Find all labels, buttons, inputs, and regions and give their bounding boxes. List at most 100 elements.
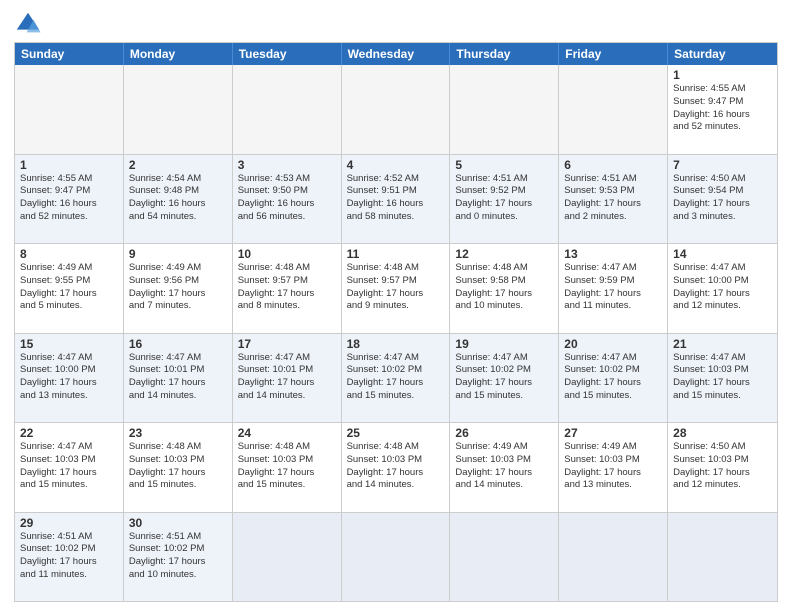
day-info: Sunrise: 4:52 AM Sunset: 9:51 PM Dayligh… xyxy=(347,173,445,224)
day-number: 10 xyxy=(238,247,336,261)
day-number: 17 xyxy=(238,337,336,351)
day-info: Sunrise: 4:48 AM Sunset: 10:03 PM Daylig… xyxy=(238,441,336,492)
cal-cell-day-26: 26Sunrise: 4:49 AM Sunset: 10:03 PM Dayl… xyxy=(450,423,559,512)
day-number: 25 xyxy=(347,426,445,440)
day-info: Sunrise: 4:53 AM Sunset: 9:50 PM Dayligh… xyxy=(238,173,336,224)
day-number: 2 xyxy=(129,158,227,172)
day-number: 26 xyxy=(455,426,553,440)
day-number: 16 xyxy=(129,337,227,351)
logo xyxy=(14,10,46,38)
cal-cell-day-21: 21Sunrise: 4:47 AM Sunset: 10:03 PM Dayl… xyxy=(668,334,777,423)
day-number: 3 xyxy=(238,158,336,172)
day-info: Sunrise: 4:47 AM Sunset: 10:00 PM Daylig… xyxy=(673,262,772,313)
day-info: Sunrise: 4:47 AM Sunset: 10:02 PM Daylig… xyxy=(564,352,662,403)
cal-cell-day-27: 27Sunrise: 4:49 AM Sunset: 10:03 PM Dayl… xyxy=(559,423,668,512)
day-number: 22 xyxy=(20,426,118,440)
day-number: 4 xyxy=(347,158,445,172)
cal-cell-day-20: 20Sunrise: 4:47 AM Sunset: 10:02 PM Dayl… xyxy=(559,334,668,423)
day-number: 29 xyxy=(20,516,118,530)
day-info: Sunrise: 4:50 AM Sunset: 10:03 PM Daylig… xyxy=(673,441,772,492)
page: SundayMondayTuesdayWednesdayThursdayFrid… xyxy=(0,0,792,612)
cal-week-0: 1Sunrise: 4:55 AM Sunset: 9:47 PM Daylig… xyxy=(15,65,777,154)
cal-cell-day-15: 15Sunrise: 4:47 AM Sunset: 10:00 PM Dayl… xyxy=(15,334,124,423)
day-info: Sunrise: 4:48 AM Sunset: 9:57 PM Dayligh… xyxy=(347,262,445,313)
cal-header-sunday: Sunday xyxy=(15,43,124,65)
cal-cell-empty xyxy=(450,65,559,154)
cal-cell-day-18: 18Sunrise: 4:47 AM Sunset: 10:02 PM Dayl… xyxy=(342,334,451,423)
cal-week-2: 8Sunrise: 4:49 AM Sunset: 9:55 PM Daylig… xyxy=(15,243,777,333)
day-number: 9 xyxy=(129,247,227,261)
day-number: 20 xyxy=(564,337,662,351)
header xyxy=(14,10,778,38)
day-number: 6 xyxy=(564,158,662,172)
cal-cell-day-19: 19Sunrise: 4:47 AM Sunset: 10:02 PM Dayl… xyxy=(450,334,559,423)
cal-week-5: 29Sunrise: 4:51 AM Sunset: 10:02 PM Dayl… xyxy=(15,512,777,602)
day-number: 14 xyxy=(673,247,772,261)
cal-cell-day-28: 28Sunrise: 4:50 AM Sunset: 10:03 PM Dayl… xyxy=(668,423,777,512)
day-number: 8 xyxy=(20,247,118,261)
day-info: Sunrise: 4:47 AM Sunset: 10:03 PM Daylig… xyxy=(20,441,118,492)
cal-cell-day-11: 11Sunrise: 4:48 AM Sunset: 9:57 PM Dayli… xyxy=(342,244,451,333)
day-info: Sunrise: 4:47 AM Sunset: 10:01 PM Daylig… xyxy=(238,352,336,403)
cal-header-wednesday: Wednesday xyxy=(342,43,451,65)
day-number: 18 xyxy=(347,337,445,351)
day-number: 11 xyxy=(347,247,445,261)
cal-cell-day-9: 9Sunrise: 4:49 AM Sunset: 9:56 PM Daylig… xyxy=(124,244,233,333)
cal-week-1: 1Sunrise: 4:55 AM Sunset: 9:47 PM Daylig… xyxy=(15,154,777,244)
cal-header-thursday: Thursday xyxy=(450,43,559,65)
day-info: Sunrise: 4:48 AM Sunset: 10:03 PM Daylig… xyxy=(347,441,445,492)
cal-cell-day-1: 1Sunrise: 4:55 AM Sunset: 9:47 PM Daylig… xyxy=(668,65,777,154)
cal-week-3: 15Sunrise: 4:47 AM Sunset: 10:00 PM Dayl… xyxy=(15,333,777,423)
cal-cell-day-30: 30Sunrise: 4:51 AM Sunset: 10:02 PM Dayl… xyxy=(124,513,233,602)
cal-cell-day-13: 13Sunrise: 4:47 AM Sunset: 9:59 PM Dayli… xyxy=(559,244,668,333)
cal-cell-empty xyxy=(124,65,233,154)
day-number: 23 xyxy=(129,426,227,440)
logo-icon xyxy=(14,10,42,38)
day-number: 30 xyxy=(129,516,227,530)
day-info: Sunrise: 4:47 AM Sunset: 10:02 PM Daylig… xyxy=(347,352,445,403)
cal-cell-day-25: 25Sunrise: 4:48 AM Sunset: 10:03 PM Dayl… xyxy=(342,423,451,512)
cal-cell-empty xyxy=(668,513,777,602)
cal-cell-empty xyxy=(15,65,124,154)
cal-cell-day-1: 1Sunrise: 4:55 AM Sunset: 9:47 PM Daylig… xyxy=(15,155,124,244)
day-info: Sunrise: 4:47 AM Sunset: 10:02 PM Daylig… xyxy=(455,352,553,403)
day-number: 27 xyxy=(564,426,662,440)
day-number: 19 xyxy=(455,337,553,351)
cal-header-monday: Monday xyxy=(124,43,233,65)
cal-cell-day-5: 5Sunrise: 4:51 AM Sunset: 9:52 PM Daylig… xyxy=(450,155,559,244)
day-info: Sunrise: 4:49 AM Sunset: 10:03 PM Daylig… xyxy=(455,441,553,492)
day-info: Sunrise: 4:55 AM Sunset: 9:47 PM Dayligh… xyxy=(673,83,772,134)
calendar-header: SundayMondayTuesdayWednesdayThursdayFrid… xyxy=(15,43,777,65)
day-info: Sunrise: 4:47 AM Sunset: 10:00 PM Daylig… xyxy=(20,352,118,403)
cal-cell-day-14: 14Sunrise: 4:47 AM Sunset: 10:00 PM Dayl… xyxy=(668,244,777,333)
cal-header-friday: Friday xyxy=(559,43,668,65)
cal-cell-day-23: 23Sunrise: 4:48 AM Sunset: 10:03 PM Dayl… xyxy=(124,423,233,512)
cal-cell-empty xyxy=(233,513,342,602)
day-info: Sunrise: 4:49 AM Sunset: 10:03 PM Daylig… xyxy=(564,441,662,492)
day-info: Sunrise: 4:49 AM Sunset: 9:56 PM Dayligh… xyxy=(129,262,227,313)
day-info: Sunrise: 4:51 AM Sunset: 9:52 PM Dayligh… xyxy=(455,173,553,224)
cal-cell-day-4: 4Sunrise: 4:52 AM Sunset: 9:51 PM Daylig… xyxy=(342,155,451,244)
day-info: Sunrise: 4:48 AM Sunset: 9:57 PM Dayligh… xyxy=(238,262,336,313)
day-number: 24 xyxy=(238,426,336,440)
cal-header-tuesday: Tuesday xyxy=(233,43,342,65)
day-info: Sunrise: 4:51 AM Sunset: 9:53 PM Dayligh… xyxy=(564,173,662,224)
calendar: SundayMondayTuesdayWednesdayThursdayFrid… xyxy=(14,42,778,602)
day-number: 7 xyxy=(673,158,772,172)
cal-cell-day-6: 6Sunrise: 4:51 AM Sunset: 9:53 PM Daylig… xyxy=(559,155,668,244)
calendar-body: 1Sunrise: 4:55 AM Sunset: 9:47 PM Daylig… xyxy=(15,65,777,601)
day-info: Sunrise: 4:51 AM Sunset: 10:02 PM Daylig… xyxy=(20,531,118,582)
cal-cell-day-22: 22Sunrise: 4:47 AM Sunset: 10:03 PM Dayl… xyxy=(15,423,124,512)
cal-cell-empty xyxy=(233,65,342,154)
cal-cell-day-8: 8Sunrise: 4:49 AM Sunset: 9:55 PM Daylig… xyxy=(15,244,124,333)
day-number: 1 xyxy=(673,68,772,82)
day-info: Sunrise: 4:47 AM Sunset: 9:59 PM Dayligh… xyxy=(564,262,662,313)
day-info: Sunrise: 4:47 AM Sunset: 10:01 PM Daylig… xyxy=(129,352,227,403)
day-info: Sunrise: 4:47 AM Sunset: 10:03 PM Daylig… xyxy=(673,352,772,403)
day-info: Sunrise: 4:54 AM Sunset: 9:48 PM Dayligh… xyxy=(129,173,227,224)
day-number: 28 xyxy=(673,426,772,440)
cal-cell-day-2: 2Sunrise: 4:54 AM Sunset: 9:48 PM Daylig… xyxy=(124,155,233,244)
cal-week-4: 22Sunrise: 4:47 AM Sunset: 10:03 PM Dayl… xyxy=(15,422,777,512)
cal-cell-day-10: 10Sunrise: 4:48 AM Sunset: 9:57 PM Dayli… xyxy=(233,244,342,333)
day-number: 5 xyxy=(455,158,553,172)
